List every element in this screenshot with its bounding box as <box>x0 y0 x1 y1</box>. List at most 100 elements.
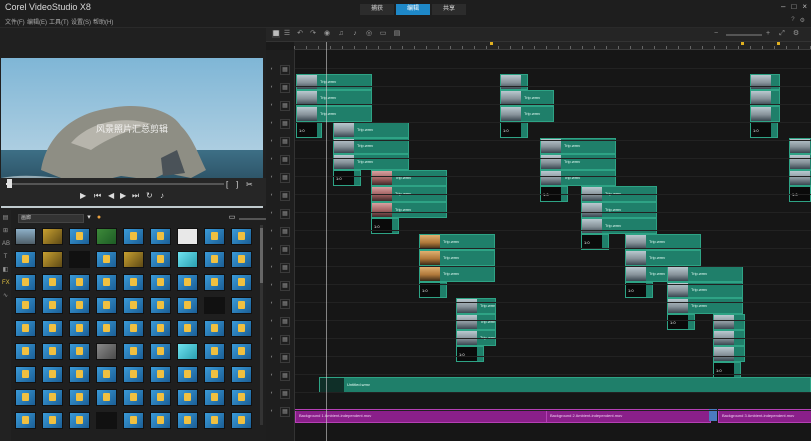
timeline-clip[interactable]: Trip.wmv <box>540 154 616 170</box>
track-visibility-icon[interactable]: ◐ <box>269 264 275 270</box>
timeline-clip[interactable]: Trip.wmv <box>667 266 743 282</box>
timeline-clip[interactable]: Trip.wmv <box>667 298 743 314</box>
library-thumbnail[interactable] <box>42 320 63 337</box>
help-icon[interactable]: ? <box>791 17 794 24</box>
track-visibility-icon[interactable]: ◐ <box>269 66 275 72</box>
menu-tools[interactable]: 工具(T) <box>49 17 69 26</box>
path-icon[interactable]: ∿ <box>2 293 9 300</box>
library-thumbnail[interactable] <box>150 274 171 291</box>
library-thumbnail[interactable] <box>123 389 144 406</box>
timeline-clip[interactable] <box>789 154 811 170</box>
library-thumbnail[interactable] <box>177 389 198 406</box>
library-thumbnail[interactable] <box>177 274 198 291</box>
tab-edit[interactable]: 编辑 <box>396 4 430 15</box>
timeline-clip[interactable]: 1:0 <box>500 122 528 138</box>
library-thumbnail[interactable] <box>42 228 63 245</box>
transition-icon[interactable]: AB <box>2 241 10 248</box>
tab-capture[interactable]: 捕获 <box>360 4 394 15</box>
library-thumbnail[interactable] <box>150 343 171 360</box>
scrub-handle[interactable] <box>7 179 12 188</box>
library-thumbnail[interactable] <box>204 297 225 314</box>
timeline-clip[interactable]: Trip.wmv <box>333 154 409 170</box>
library-thumbnail[interactable] <box>15 228 36 245</box>
library-thumbnail[interactable] <box>69 297 90 314</box>
timeline-settings-icon[interactable]: ⚙ <box>792 30 800 38</box>
repeat-icon[interactable]: ↻ <box>146 191 153 200</box>
library-thumbnail[interactable] <box>42 389 63 406</box>
track-header[interactable]: ◐ ▦ <box>266 222 294 240</box>
library-thumbnail[interactable] <box>123 297 144 314</box>
library-thumbnail[interactable] <box>231 366 252 383</box>
library-thumbnail[interactable] <box>96 228 117 245</box>
thumbnail-size-slider[interactable] <box>239 218 269 220</box>
menu-help[interactable]: 帮助(H) <box>93 17 113 26</box>
timeline-clip[interactable]: Trip.wmv <box>296 74 372 90</box>
library-thumbnail[interactable] <box>69 320 90 337</box>
library-thumbnail[interactable] <box>96 251 117 268</box>
timeline-clip[interactable]: Trip.wmv <box>625 250 701 266</box>
timeline-clip[interactable]: 1:0 <box>667 314 695 330</box>
fit-project-icon[interactable]: ⤢ <box>778 30 786 38</box>
home-icon[interactable]: ⏮ <box>94 191 101 201</box>
library-thumbnail[interactable] <box>96 297 117 314</box>
library-thumbnail[interactable] <box>123 366 144 383</box>
library-thumbnail[interactable] <box>96 389 117 406</box>
track-header[interactable]: ◐ ▦ <box>266 366 294 384</box>
track-visibility-icon[interactable]: ◐ <box>269 84 275 90</box>
track-visibility-icon[interactable]: ◐ <box>269 336 275 342</box>
split-icon[interactable]: ✂ <box>246 180 253 189</box>
timeline-clip[interactable] <box>500 74 528 90</box>
track-header[interactable]: ◐ ▦ <box>266 258 294 276</box>
timeline-clip[interactable]: 1:0 <box>456 346 484 362</box>
track-header[interactable]: ◐ ▦ <box>266 114 294 132</box>
library-thumbnail[interactable] <box>177 343 198 360</box>
timeline-clip[interactable]: Trip.wmv <box>419 250 495 266</box>
settings-icon[interactable]: ⚙ <box>800 17 805 24</box>
volume-icon[interactable]: ♪ <box>160 191 164 200</box>
library-thumbnail[interactable] <box>42 251 63 268</box>
library-thumbnail[interactable] <box>204 320 225 337</box>
media-icon[interactable]: ▤ <box>2 215 9 222</box>
track-visibility-icon[interactable]: ◐ <box>269 300 275 306</box>
library-thumbnail[interactable] <box>150 228 171 245</box>
library-thumbnail[interactable] <box>150 412 171 429</box>
library-thumbnail[interactable] <box>69 412 90 429</box>
library-thumbnail[interactable] <box>96 412 117 429</box>
library-thumbnail[interactable] <box>177 251 198 268</box>
library-thumbnail[interactable] <box>96 366 117 383</box>
library-thumbnail[interactable] <box>150 251 171 268</box>
track-header[interactable]: ◐ ▦ <box>266 96 294 114</box>
timeline-clip[interactable]: 1:0 <box>333 170 361 186</box>
library-thumbnail[interactable] <box>15 274 36 291</box>
library-thumbnail[interactable] <box>204 389 225 406</box>
timeline-clip[interactable]: 1:0 <box>371 218 399 234</box>
track-header[interactable]: ◐ ▦ <box>266 168 294 186</box>
timeline-ruler[interactable] <box>294 42 811 50</box>
library-thumbnail[interactable] <box>123 320 144 337</box>
track-visibility-icon[interactable]: ◐ <box>269 120 275 126</box>
library-thumbnail[interactable] <box>96 343 117 360</box>
library-thumbnail[interactable] <box>96 274 117 291</box>
library-thumbnail[interactable] <box>15 297 36 314</box>
timeline-clip[interactable] <box>750 106 780 122</box>
library-thumbnail[interactable] <box>15 251 36 268</box>
zoom-in-icon[interactable]: + <box>764 30 772 38</box>
track-header[interactable]: ◐ ▦ <box>266 312 294 330</box>
track-header[interactable]: ◐ ▦ <box>266 132 294 150</box>
sound-mixer-icon[interactable]: ♫ <box>337 30 345 38</box>
library-thumbnail[interactable] <box>231 297 252 314</box>
library-thumbnail[interactable] <box>42 343 63 360</box>
library-thumbnail[interactable] <box>69 251 90 268</box>
maximize-icon[interactable]: □ <box>791 2 796 11</box>
timeline-clip[interactable]: Trip.wmv <box>540 170 616 186</box>
mark-out-icon[interactable]: ] <box>236 180 238 189</box>
library-thumbnail[interactable] <box>42 297 63 314</box>
graphic-icon[interactable]: ◧ <box>2 267 9 274</box>
timeline-clip[interactable]: Trip.wmv <box>419 266 495 282</box>
music-clip-3[interactable]: Background 3 Ambient-independent.mov <box>718 409 811 423</box>
library-thumbnail[interactable] <box>231 343 252 360</box>
track-visibility-icon[interactable]: ◐ <box>269 354 275 360</box>
track-header[interactable]: ◐ ▦ <box>266 276 294 294</box>
category-dropdown[interactable]: 画廊 <box>18 214 84 223</box>
library-thumbnail[interactable] <box>231 228 252 245</box>
